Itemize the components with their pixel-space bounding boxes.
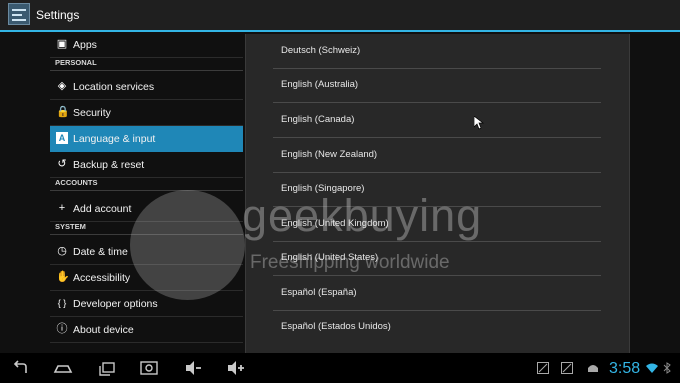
language-option[interactable]: Español (España) (273, 276, 601, 311)
language-option[interactable]: English (Singapore) (273, 172, 601, 207)
back-icon[interactable] (10, 358, 32, 378)
language-icon: A (56, 132, 68, 144)
language-option[interactable]: Español (Estados Unidos) (273, 310, 601, 345)
backup-icon: ↺ (57, 158, 67, 170)
settings-sidebar: ▣ Apps PERSONAL ◈ Location services 🔒 Se… (50, 32, 243, 353)
language-option[interactable]: English (Australia) (273, 68, 601, 103)
notification-icon-2[interactable] (561, 361, 573, 374)
language-option[interactable]: English (United States) (273, 241, 601, 276)
plus-icon: + (58, 202, 66, 214)
android-debug-icon (586, 361, 598, 373)
notification-icon[interactable] (537, 361, 549, 374)
volume-up-icon[interactable] (224, 358, 246, 378)
sidebar-item-security[interactable]: 🔒 Security (50, 100, 243, 126)
sidebar-item-accessibility[interactable]: ✋ Accessibility (50, 265, 243, 291)
lock-icon: 🔒 (56, 106, 70, 118)
language-picker-dialog: Deutsch (Schweiz) English (Australia) En… (245, 34, 630, 354)
volume-down-icon[interactable] (182, 358, 204, 378)
info-icon: ⓘ (56, 323, 68, 335)
language-option[interactable]: Deutsch (Schweiz) (273, 34, 601, 69)
title-bar: Settings (0, 0, 680, 32)
clock-icon: ◷ (57, 245, 67, 257)
section-system: SYSTEM (50, 222, 243, 235)
sidebar-item-apps[interactable]: ▣ Apps (50, 32, 243, 58)
language-option[interactable]: English (Canada) (273, 103, 601, 138)
settings-main: ▣ Apps PERSONAL ◈ Location services 🔒 Se… (0, 32, 680, 354)
section-accounts: ACCOUNTS (50, 178, 243, 191)
location-icon: ◈ (57, 80, 67, 92)
braces-icon: { } (57, 298, 67, 308)
page-title: Settings (36, 8, 80, 22)
language-option[interactable]: English (United Kingdom) (273, 207, 601, 242)
sidebar-item-location[interactable]: ◈ Location services (50, 74, 243, 100)
sidebar-item-language-input[interactable]: A Language & input (50, 126, 243, 152)
sidebar-item-date-time[interactable]: ◷ Date & time (50, 239, 243, 265)
screenshot-icon[interactable] (138, 358, 160, 378)
sidebar-item-developer[interactable]: { } Developer options (50, 291, 243, 317)
wifi-icon (646, 361, 658, 373)
hand-icon: ✋ (56, 271, 70, 283)
section-personal: PERSONAL (50, 58, 243, 71)
system-navigation-bar: 3:58 (0, 353, 680, 383)
recent-apps-icon[interactable] (96, 358, 118, 378)
language-option[interactable]: English (New Zealand) (273, 138, 601, 173)
sidebar-item-about[interactable]: ⓘ About device (50, 317, 243, 343)
status-clock: 3:58 (609, 360, 641, 377)
sidebar-item-backup[interactable]: ↺ Backup & reset (50, 152, 243, 178)
apps-icon: ▣ (56, 38, 68, 50)
settings-app-icon[interactable] (8, 3, 30, 25)
sidebar-item-add-account[interactable]: + Add account (50, 196, 243, 222)
home-icon[interactable] (52, 358, 74, 378)
bluetooth-icon (662, 361, 674, 374)
